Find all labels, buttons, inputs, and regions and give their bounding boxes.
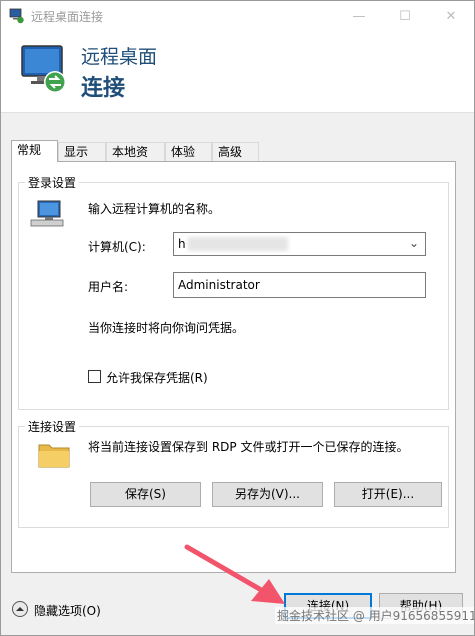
tab-local-resources[interactable]: 本地资源 [106, 142, 165, 178]
computer-value-redacted [188, 237, 288, 251]
computer-value-visible: h [178, 237, 186, 251]
connection-settings-group: 连接设置 将当前连接设置保存到 RDP 文件或打开一个已保存的连接。 保存(S)… [18, 418, 449, 528]
computer-field-label: 计算机(C): [88, 240, 146, 254]
minimize-button[interactable]: — [336, 1, 382, 32]
header-title-line1: 远程桌面 [81, 46, 158, 68]
login-settings-label: 登录设置 [25, 174, 80, 191]
open-button[interactable]: 打开(E)... [334, 482, 442, 507]
computer-name-prompt: 输入远程计算机的名称。 [88, 202, 221, 216]
username-field-label: 用户名: [88, 280, 129, 294]
login-settings-group: 登录设置 输入远程计算机的名称。 计算机(C): h ⌄ 用户名: Admini… [18, 174, 449, 410]
tab-panel-general: 登录设置 输入远程计算机的名称。 计算机(C): h ⌄ 用户名: Admini… [11, 161, 456, 573]
folder-icon [38, 444, 70, 468]
maximize-button[interactable]: ☐ [382, 1, 428, 32]
title-bar[interactable]: 远程桌面连接 — ☐ ✕ [1, 1, 474, 32]
collapse-options-icon[interactable] [12, 601, 28, 617]
chevron-down-icon[interactable]: ⌄ [409, 236, 419, 250]
remote-desktop-monitor-icon [21, 45, 66, 93]
watermark-text: 掘金技术社区 @ 用户9165685591141 [275, 607, 474, 624]
remote-desktop-window: 远程桌面连接 — ☐ ✕ 远程桌面 连接 常规 显示 本地资源 体验 高级 登录… [0, 0, 475, 636]
computer-combobox[interactable]: h ⌄ [173, 232, 426, 256]
save-as-button[interactable]: 另存为(V)... [212, 482, 323, 507]
computer-icon [30, 200, 64, 227]
username-field[interactable]: Administrator [173, 272, 426, 298]
close-button[interactable]: ✕ [428, 1, 474, 32]
hide-options-link[interactable]: 隐藏选项(O) [34, 602, 101, 619]
save-credentials-checkbox[interactable] [88, 370, 101, 383]
window-title: 远程桌面连接 [31, 10, 104, 24]
header-banner: 远程桌面 连接 [1, 32, 474, 113]
connection-settings-label: 连接设置 [25, 418, 80, 435]
tab-display[interactable]: 显示 [58, 142, 106, 161]
credential-hint: 当你连接时将向你询问凭据。 [88, 321, 245, 335]
header-title-line2: 连接 [81, 76, 126, 101]
save-credentials-label[interactable]: 允许我保存凭据(R) [106, 369, 208, 386]
tab-experience[interactable]: 体验 [165, 142, 212, 161]
annotation-arrow [184, 544, 285, 604]
save-button[interactable]: 保存(S) [90, 482, 201, 507]
tab-general[interactable]: 常规 [11, 140, 58, 162]
connection-settings-description: 将当前连接设置保存到 RDP 文件或打开一个已保存的连接。 [88, 440, 409, 454]
tab-advanced[interactable]: 高级 [212, 142, 259, 161]
remote-desktop-icon [9, 8, 24, 24]
